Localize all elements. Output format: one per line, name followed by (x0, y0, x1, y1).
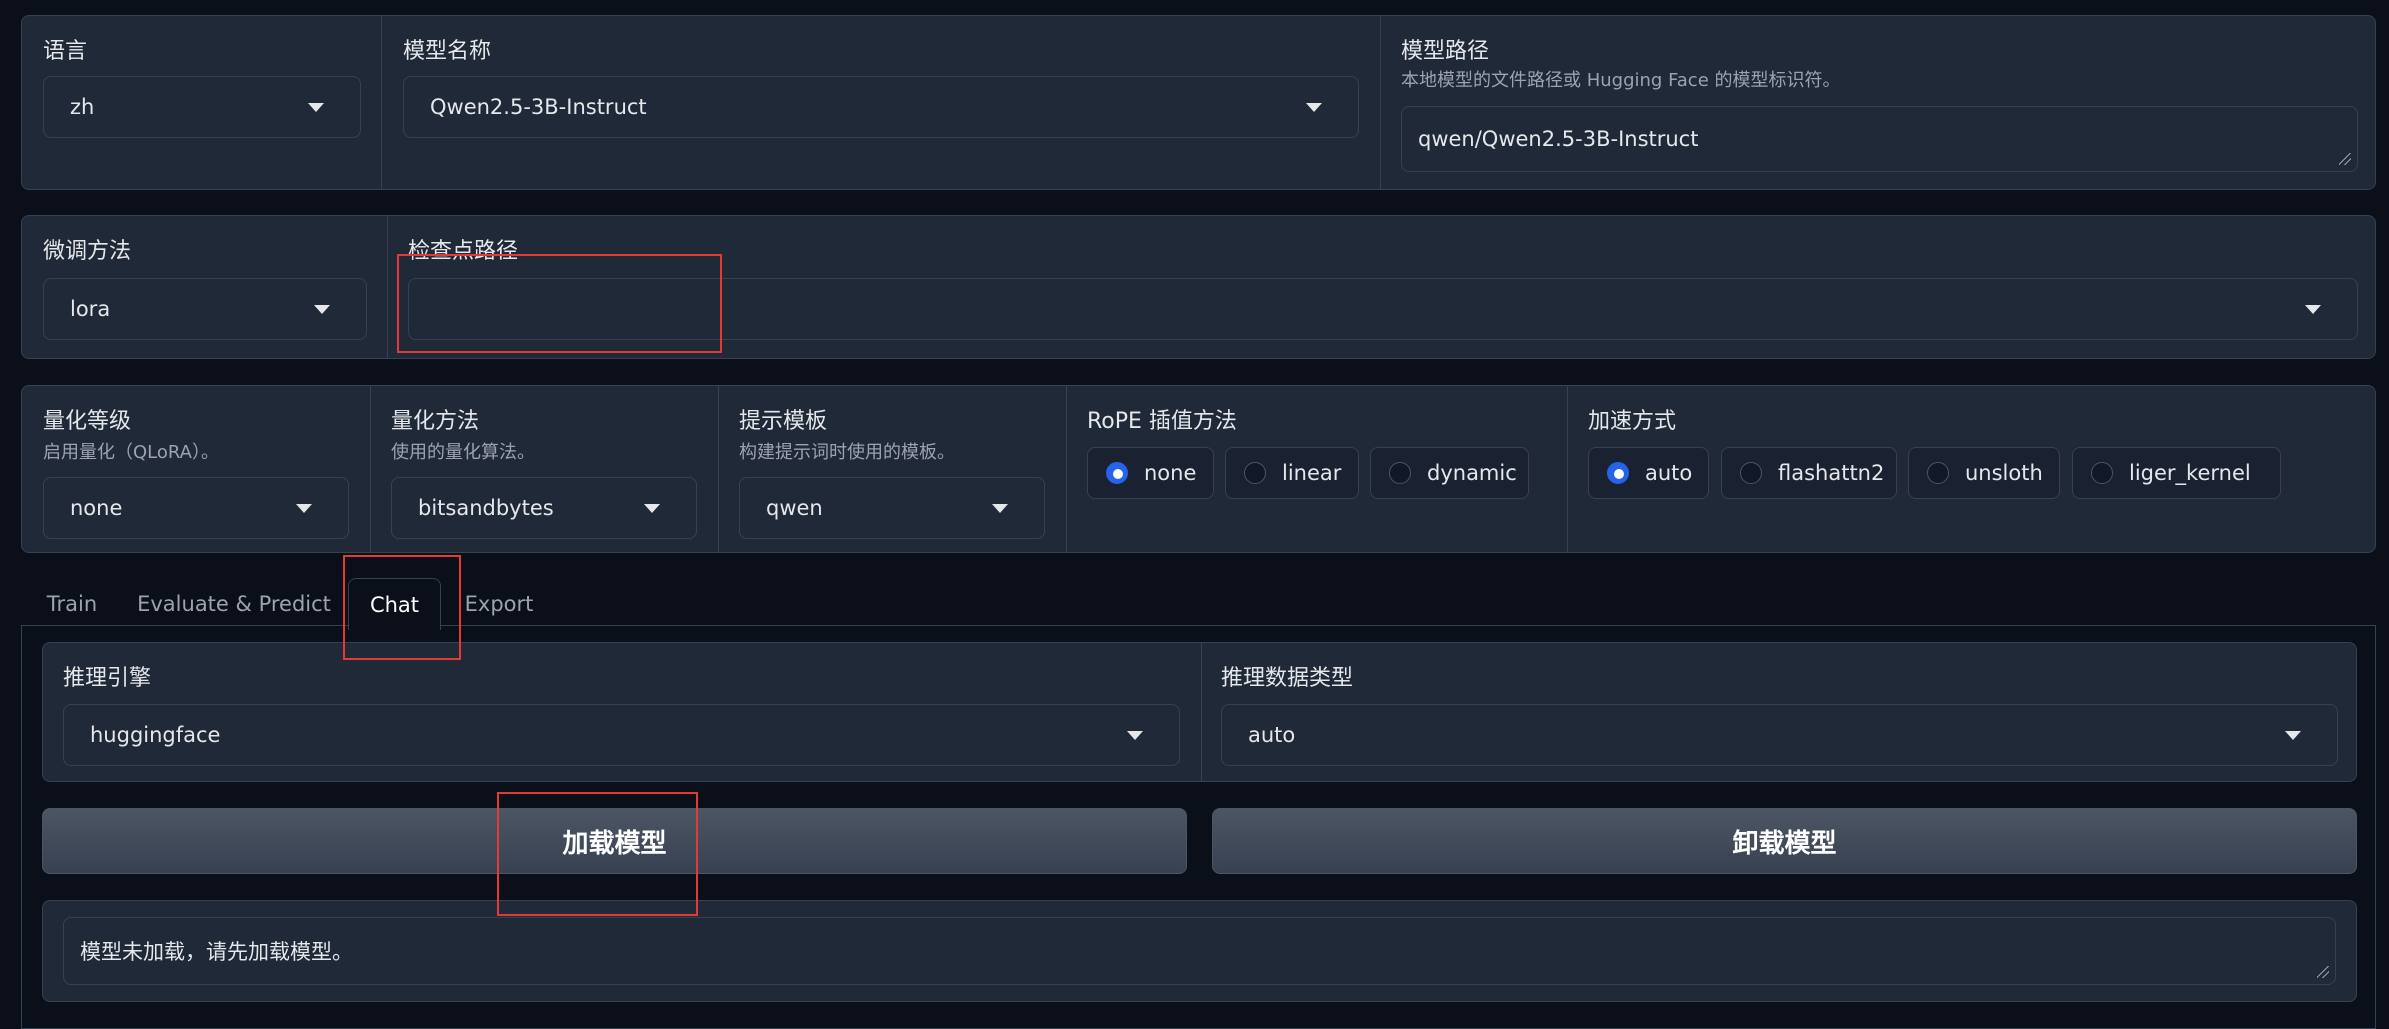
tab-evaluate-predict[interactable]: Evaluate & Predict (137, 578, 331, 630)
tab-chat[interactable]: Chat (348, 578, 441, 630)
divider (381, 16, 382, 189)
template-dropdown[interactable]: qwen (739, 477, 1045, 539)
quant-method-info: 使用的量化算法。 (391, 442, 535, 463)
template-value: qwen (766, 496, 823, 520)
model-name-dropdown[interactable]: Qwen2.5-3B-Instruct (403, 76, 1359, 138)
model-path-value: qwen/Qwen2.5-3B-Instruct (1418, 127, 1699, 151)
template-label: 提示模板 (739, 409, 828, 434)
chevron-down-icon (1127, 731, 1143, 740)
tab-export[interactable]: Export (460, 578, 538, 630)
booster-option-liger-kernel[interactable]: liger_kernel (2072, 447, 2281, 499)
divider (387, 216, 388, 358)
finetune-dropdown[interactable]: lora (43, 278, 367, 340)
info-panel: 模型未加载，请先加载模型。 (42, 900, 2357, 1002)
divider (1567, 386, 1568, 552)
rope-option-label: dynamic (1427, 461, 1517, 485)
info-text: 模型未加载，请先加载模型。 (80, 940, 353, 964)
template-info: 构建提示词时使用的模板。 (739, 442, 955, 463)
model-path-label: 模型路径 (1401, 39, 1490, 64)
radio-unselected-icon (1244, 462, 1266, 484)
chevron-down-icon (308, 103, 324, 112)
rope-label: RoPE 插值方法 (1087, 409, 1237, 434)
finetune-value: lora (70, 297, 111, 321)
booster-option-flashattn2[interactable]: flashattn2 (1721, 447, 1897, 499)
booster-option-label: liger_kernel (2129, 461, 2251, 485)
radio-selected-icon (1607, 462, 1629, 484)
booster-label: 加速方式 (1588, 409, 1677, 434)
rope-option-dynamic[interactable]: dynamic (1370, 447, 1529, 499)
unload-model-button[interactable]: 卸载模型 (1212, 808, 2357, 874)
divider (1066, 386, 1067, 552)
infer-config-panel: 推理引擎 huggingface 推理数据类型 auto (42, 642, 2357, 782)
booster-option-label: auto (1645, 461, 1693, 485)
model-name-label: 模型名称 (403, 39, 492, 64)
tab-train[interactable]: Train (38, 578, 106, 630)
radio-unselected-icon (2091, 462, 2113, 484)
booster-option-label: unsloth (1965, 461, 2043, 485)
quant-method-label: 量化方法 (391, 409, 480, 434)
quant-bit-value: none (70, 496, 123, 520)
chevron-down-icon (314, 305, 330, 314)
infer-backend-label: 推理引擎 (63, 666, 152, 691)
chevron-down-icon (296, 504, 312, 513)
finetune-label: 微调方法 (43, 239, 132, 264)
quant-bit-label: 量化等级 (43, 409, 132, 434)
rope-option-label: none (1144, 461, 1197, 485)
info-box: 模型未加载，请先加载模型。 (63, 917, 2336, 985)
divider (370, 386, 371, 552)
radio-unselected-icon (1740, 462, 1762, 484)
chevron-down-icon (992, 504, 1008, 513)
infer-dtype-dropdown[interactable]: auto (1221, 704, 2338, 766)
checkpoint-label: 检查点路径 (408, 239, 519, 264)
checkpoint-dropdown[interactable] (408, 278, 2358, 340)
resize-handle-icon[interactable] (2339, 153, 2351, 165)
load-model-button[interactable]: 加载模型 (42, 808, 1187, 874)
divider (1380, 16, 1381, 189)
booster-option-auto[interactable]: auto (1588, 447, 1709, 499)
quant-method-dropdown[interactable]: bitsandbytes (391, 477, 697, 539)
quant-bit-dropdown[interactable]: none (43, 477, 349, 539)
rope-option-label: linear (1282, 461, 1342, 485)
chevron-down-icon (2305, 305, 2321, 314)
advanced-row-panel: 量化等级 启用量化（QLoRA）。 none 量化方法 使用的量化算法。 bit… (21, 385, 2376, 553)
divider (1201, 643, 1202, 781)
infer-dtype-value: auto (1248, 723, 1296, 747)
lang-dropdown[interactable]: zh (43, 76, 361, 138)
divider (718, 386, 719, 552)
lang-label: 语言 (43, 39, 88, 64)
infer-backend-dropdown[interactable]: huggingface (63, 704, 1180, 766)
adapter-row-panel: 微调方法 lora 检查点路径 (21, 215, 2376, 359)
chevron-down-icon (2285, 731, 2301, 740)
quant-method-value: bitsandbytes (418, 496, 554, 520)
infer-dtype-label: 推理数据类型 (1221, 666, 1354, 691)
model-path-input[interactable]: qwen/Qwen2.5-3B-Instruct (1401, 106, 2358, 172)
rope-option-none[interactable]: none (1087, 447, 1214, 499)
rope-option-linear[interactable]: linear (1225, 447, 1359, 499)
booster-option-unsloth[interactable]: unsloth (1908, 447, 2060, 499)
chevron-down-icon (1306, 103, 1322, 112)
chevron-down-icon (644, 504, 660, 513)
radio-unselected-icon (1927, 462, 1949, 484)
infer-backend-value: huggingface (90, 723, 221, 747)
model-row-panel: 语言 zh 模型名称 Qwen2.5-3B-Instruct 模型路径 本地模型… (21, 15, 2376, 190)
model-path-info: 本地模型的文件路径或 Hugging Face 的模型标识符。 (1401, 70, 1841, 91)
resize-handle-icon[interactable] (2317, 966, 2329, 978)
lang-value: zh (70, 95, 95, 119)
booster-option-label: flashattn2 (1778, 461, 1885, 485)
radio-unselected-icon (1389, 462, 1411, 484)
quant-bit-info: 启用量化（QLoRA）。 (43, 442, 219, 463)
model-name-value: Qwen2.5-3B-Instruct (430, 95, 647, 119)
radio-selected-icon (1106, 462, 1128, 484)
